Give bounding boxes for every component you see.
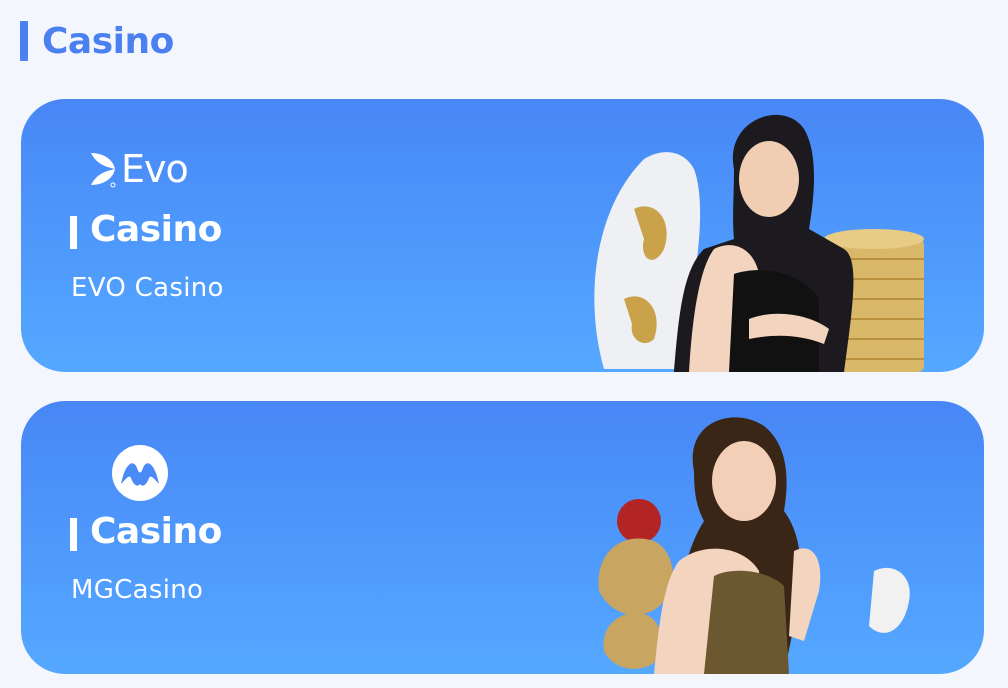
section-header: Casino [20, 18, 174, 64]
microgaming-logo-icon [112, 445, 168, 501]
card-subtitle-text: Casino [90, 511, 222, 552]
evo-butterfly-icon [91, 153, 116, 188]
card-subtitle-text: Casino [90, 209, 222, 250]
evo-logo-text: Evo [121, 147, 189, 191]
evo-casino-card[interactable]: Evo Casino EVO Casino [21, 99, 984, 372]
card-subtitle: Casino [70, 511, 222, 552]
evo-logo: Evo [89, 145, 189, 193]
card-description: MGCasino [71, 575, 204, 605]
dealer-illustration [598, 417, 910, 674]
dealer-illustration [594, 114, 924, 372]
section-accent-bar [20, 21, 28, 61]
card-description: EVO Casino [71, 273, 224, 303]
subtitle-accent-bar [70, 518, 77, 551]
card-subtitle: Casino [70, 209, 222, 250]
subtitle-accent-bar [70, 216, 77, 249]
mg-casino-card[interactable]: Casino MGCasino [21, 401, 984, 674]
section-title: Casino [42, 20, 174, 62]
